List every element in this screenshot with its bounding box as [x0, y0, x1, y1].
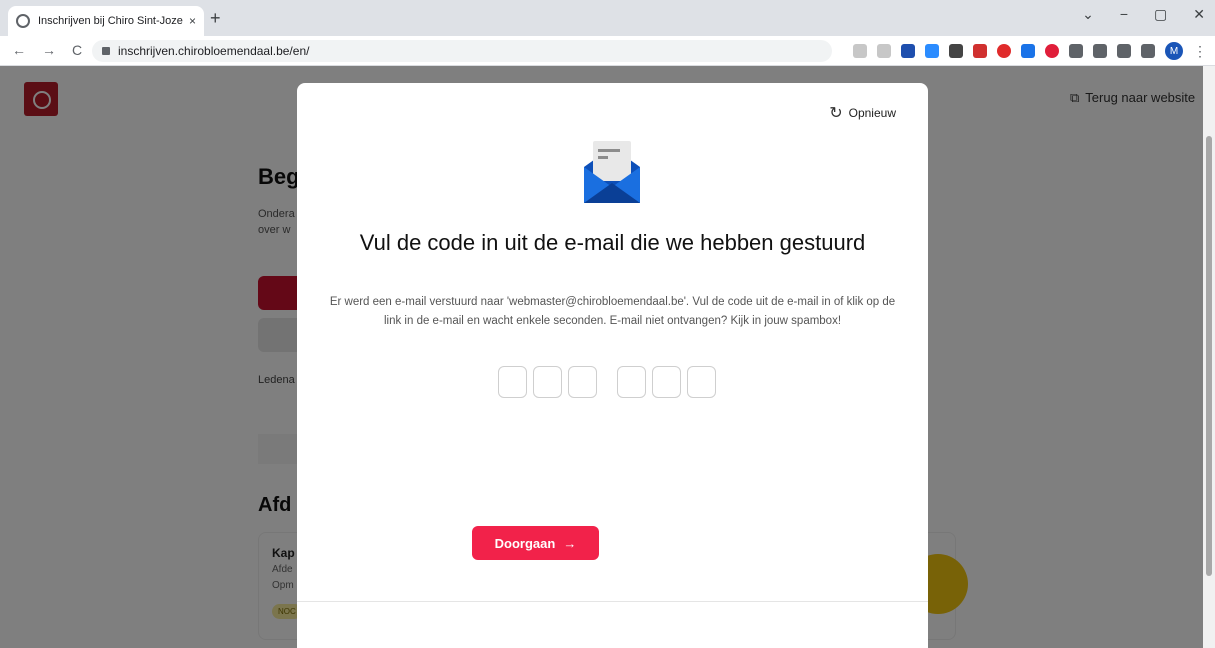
back-icon[interactable]: ← [12, 42, 26, 58]
scrollbar-thumb[interactable] [1206, 136, 1212, 576]
extension-icon[interactable] [901, 44, 915, 58]
verification-modal: ↻ Opnieuw Vul de code in uit de e-mail d… [297, 83, 928, 648]
extension-icon[interactable] [973, 44, 987, 58]
retry-label: Opnieuw [848, 106, 896, 120]
site-favicon-icon [16, 14, 30, 28]
code-digit-input[interactable] [617, 366, 646, 398]
code-digit-input[interactable] [652, 366, 681, 398]
modal-description: Er werd een e-mail verstuurd naar 'webma… [329, 296, 896, 327]
browser-tab[interactable]: Inschrijven bij Chiro Sint-Jozef Bl × [8, 6, 204, 36]
code-input-group [498, 366, 716, 398]
close-window-button[interactable]: ✕ [1193, 6, 1205, 23]
tab-close-icon[interactable]: × [189, 14, 196, 28]
tab-search-icon[interactable]: ⌄ [1082, 6, 1094, 23]
extension-icon[interactable] [949, 44, 963, 58]
profile-avatar[interactable]: M [1165, 42, 1183, 60]
menu-icon[interactable]: ⋮ [1193, 43, 1207, 60]
extensions-area: M ⋮ [853, 42, 1207, 60]
refresh-icon: ↻ [829, 105, 843, 122]
modal-title: Vul de code in uit de e-mail die we hebb… [359, 230, 866, 255]
new-tab-button[interactable]: + [210, 8, 221, 29]
code-separator [603, 366, 611, 398]
nav-buttons: ← → C [12, 42, 82, 58]
google-icon[interactable] [1117, 44, 1131, 58]
restore-button[interactable]: ▢ [1154, 6, 1167, 23]
arrow-right-icon: → [563, 535, 577, 551]
envelope-icon [584, 141, 640, 203]
lock-icon[interactable] [102, 47, 110, 55]
share-icon[interactable] [853, 44, 867, 58]
code-digit-input[interactable] [498, 366, 527, 398]
forward-icon[interactable]: → [42, 42, 56, 58]
browser-tab-bar: Inschrijven bij Chiro Sint-Jozef Bl × + … [0, 0, 1215, 36]
page-scrollbar[interactable] [1203, 66, 1215, 648]
side-panel-icon[interactable] [1141, 44, 1155, 58]
tab-title: Inschrijven bij Chiro Sint-Jozef Bl [38, 15, 183, 27]
extension-icon[interactable] [997, 44, 1011, 58]
bookmark-star-icon[interactable] [877, 44, 891, 58]
browser-toolbar: ← → C inschrijven.chirobloemendaal.be/en… [0, 36, 1215, 66]
reload-icon[interactable]: C [72, 42, 82, 58]
url-text[interactable]: inschrijven.chirobloemendaal.be/en/ [118, 44, 309, 58]
puzzle-icon[interactable] [1069, 44, 1083, 58]
download-icon[interactable] [1093, 44, 1107, 58]
extension-icon[interactable] [1021, 44, 1035, 58]
window-controls: ⌄ − ▢ ✕ [1082, 6, 1205, 23]
code-digit-input[interactable] [687, 366, 716, 398]
code-digit-input[interactable] [533, 366, 562, 398]
address-bar[interactable]: inschrijven.chirobloemendaal.be/en/ [92, 40, 832, 62]
extension-icon[interactable] [1045, 44, 1059, 58]
continue-label: Doorgaan [494, 535, 556, 551]
extension-icon[interactable] [925, 44, 939, 58]
continue-button[interactable]: Doorgaan → [472, 526, 599, 560]
minimize-button[interactable]: − [1120, 6, 1128, 23]
retry-button[interactable]: ↻ Opnieuw [829, 103, 896, 123]
code-digit-input[interactable] [568, 366, 597, 398]
modal-footer-divider [297, 601, 928, 602]
